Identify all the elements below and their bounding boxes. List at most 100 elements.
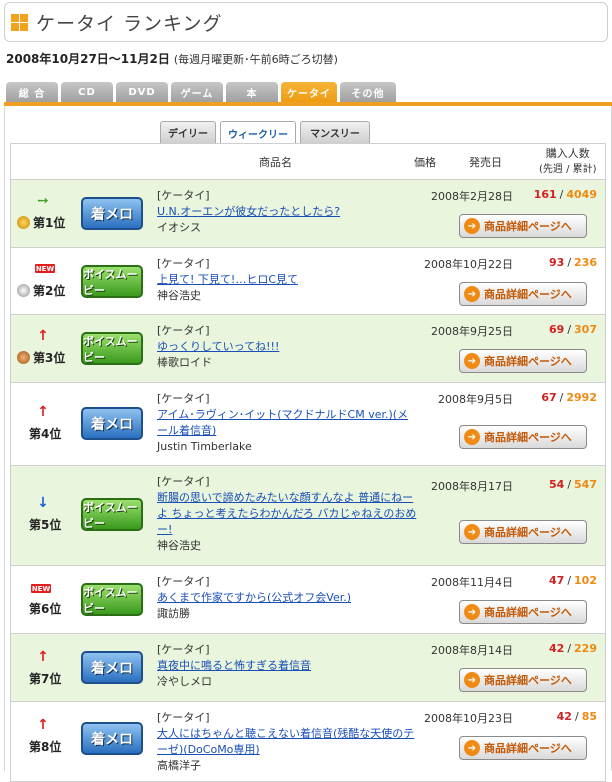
tab-all[interactable]: 総 合 (6, 82, 58, 103)
table-row: NEW 第6位 ボイスムービー [ケータイ] あくまで作家ですから(公式オフ会V… (11, 566, 605, 634)
item-info: [ケータイ] ゆっくりしていってね!!! 棒歌ロイド (157, 323, 417, 371)
item-title-link[interactable]: 断腸の思いで諦めたみたいな顔すんなよ 普通にねーよ ちょっと考えたらわかんだろ … (157, 490, 417, 538)
table-row: ↑ 第7位 着メロ [ケータイ] 真夜中に鳴ると怖すぎる着信音 冷やしメロ 20… (11, 634, 605, 702)
buyers-count: 47/102 (549, 574, 597, 587)
item-title-link[interactable]: ゆっくりしていってね!!! (157, 339, 417, 355)
buyers-count: 54/547 (549, 478, 597, 491)
detail-page-button[interactable]: ➔ 商品詳細ページへ (459, 736, 587, 760)
item-title-link[interactable]: 大人にはちゃんと聴こえない着信音(残酷な天使のテーゼ)(DoCoMo専用) (157, 726, 417, 758)
item-artist: 諏訪勝 (157, 607, 190, 620)
table-row: ↑ 第4位 着メロ [ケータイ] アイム･ラヴィン･イット(マクドナルドCM v… (11, 383, 605, 466)
chaku-melo-badge[interactable]: 着メロ (81, 651, 143, 684)
rank-label: 第6位 (29, 602, 62, 616)
item-info: [ケータイ] 断腸の思いで諦めたみたいな顔すんなよ 普通にねーよ ちょっと考えた… (157, 474, 417, 554)
ranking-period: 2008年10月27日〜11月2日 (毎週月曜更新･午前6時ごろ切替) (6, 50, 338, 67)
item-category: [ケータイ] (157, 711, 210, 724)
arrow-right-icon: ➔ (464, 524, 480, 540)
period-tabs: デイリー ウィークリー マンスリー (160, 121, 370, 144)
item-category: [ケータイ] (157, 643, 210, 656)
item-title-link[interactable]: U.N.オーエンが彼女だったとしたら? (157, 204, 417, 220)
header-name: 商品名 (259, 156, 292, 169)
item-category: [ケータイ] (157, 392, 210, 405)
tab-game[interactable]: ゲーム (171, 82, 223, 103)
buyers-count: 161/4049 (533, 188, 597, 201)
detail-page-button[interactable]: ➔ 商品詳細ページへ (459, 600, 587, 624)
chaku-melo-badge[interactable]: 着メロ (81, 722, 143, 755)
tab-monthly[interactable]: マンスリー (300, 121, 370, 143)
item-artist: 神谷浩史 (157, 289, 201, 302)
voice-movie-badge[interactable]: ボイスムービー (81, 583, 143, 616)
detail-page-button[interactable]: ➔ 商品詳細ページへ (459, 282, 587, 306)
item-category: [ケータイ] (157, 189, 210, 202)
tab-weekly[interactable]: ウィークリー (220, 121, 296, 144)
detail-page-button[interactable]: ➔ 商品詳細ページへ (459, 349, 587, 373)
gold-crown-icon (17, 216, 30, 229)
trend-down-icon: ↓ (37, 495, 49, 511)
trend-up-icon: ↑ (37, 649, 49, 665)
item-info: [ケータイ] 上見て! 下見て!…ヒロC見て 神谷浩史 (157, 256, 417, 304)
release-date: 2008年11月4日 (431, 576, 513, 589)
release-date: 2008年8月14日 (431, 644, 513, 657)
arrow-right-icon: ➔ (464, 672, 480, 688)
tab-daily[interactable]: デイリー (160, 121, 216, 143)
arrow-right-icon: ➔ (464, 604, 480, 620)
header-release: 発売日 (469, 156, 502, 169)
table-row: ↓ 第5位 ボイスムービー [ケータイ] 断腸の思いで諦めたみたいな顔すんなよ … (11, 466, 605, 566)
tab-dvd[interactable]: DVD (116, 82, 168, 103)
arrow-right-icon: ➔ (464, 429, 480, 445)
trend-up-right-icon: ➙ (37, 193, 49, 209)
table-row: ➙ 第1位 着メロ [ケータイ] U.N.オーエンが彼女だったとしたら? イオシ… (11, 180, 605, 248)
buyers-count: 42/85 (556, 710, 597, 723)
item-info: [ケータイ] あくまで作家ですから(公式オフ会Ver.) 諏訪勝 (157, 574, 417, 622)
release-date: 2008年9月5日 (438, 393, 513, 406)
ranking-table: 商品名 価格 発売日 購入人数 (先週 / 累計) ➙ 第1位 着メロ [ケータイ… (10, 143, 606, 782)
item-title-link[interactable]: あくまで作家ですから(公式オフ会Ver.) (157, 590, 417, 606)
period-range: 2008年10月27日〜11月2日 (6, 52, 170, 66)
item-info: [ケータイ] U.N.オーエンが彼女だったとしたら? イオシス (157, 188, 417, 236)
category-tabs: 総 合 CD DVD ゲーム 本 ケータイ その他 (6, 82, 396, 103)
rank-label: 第3位 (17, 349, 65, 366)
chaku-melo-badge[interactable]: 着メロ (81, 197, 143, 230)
voice-movie-badge[interactable]: ボイスムービー (81, 332, 143, 365)
tab-book[interactable]: 本 (226, 82, 278, 103)
arrow-right-icon: ➔ (464, 286, 480, 302)
buyers-count: 93/236 (549, 256, 597, 269)
detail-page-button[interactable]: ➔ 商品詳細ページへ (459, 668, 587, 692)
voice-movie-badge[interactable]: ボイスムービー (81, 265, 143, 298)
silver-crown-icon (17, 284, 30, 297)
page-title-box: ケータイ ランキング (4, 2, 608, 42)
release-date: 2008年9月25日 (431, 325, 513, 338)
buyers-count: 69/307 (549, 323, 597, 336)
detail-page-button[interactable]: ➔ 商品詳細ページへ (459, 520, 587, 544)
table-row: NEW 第2位 ボイスムービー [ケータイ] 上見て! 下見て!…ヒロC見て 神… (11, 248, 605, 315)
item-info: [ケータイ] 真夜中に鳴ると怖すぎる着信音 冷やしメロ (157, 642, 417, 690)
buyers-count: 67/2992 (541, 391, 597, 404)
page-title: ケータイ ランキング (36, 12, 223, 35)
chaku-melo-badge[interactable]: 着メロ (81, 407, 143, 440)
rank-label: 第7位 (29, 672, 62, 686)
header-price: 価格 (414, 156, 436, 169)
tab-cd[interactable]: CD (61, 82, 113, 103)
release-date: 2008年8月17日 (431, 480, 513, 493)
detail-page-button[interactable]: ➔ 商品詳細ページへ (459, 214, 587, 238)
item-artist: 高橋洋子 (157, 759, 201, 772)
trend-up-icon: ↑ (37, 328, 49, 344)
item-category: [ケータイ] (157, 257, 210, 270)
tab-keitai[interactable]: ケータイ (281, 82, 337, 103)
rank-label: 第1位 (17, 214, 65, 231)
item-artist: 神谷浩史 (157, 539, 201, 552)
item-title-link[interactable]: アイム･ラヴィン･イット(マクドナルドCM ver.)(メール着信音) (157, 407, 417, 439)
item-title-link[interactable]: 上見て! 下見て!…ヒロC見て (157, 272, 417, 288)
detail-page-button[interactable]: ➔ 商品詳細ページへ (459, 425, 587, 449)
arrow-right-icon: ➔ (464, 740, 480, 756)
tab-other[interactable]: その他 (340, 82, 396, 103)
new-icon: NEW (35, 264, 55, 273)
voice-movie-badge[interactable]: ボイスムービー (81, 498, 143, 531)
item-artist: 冷やしメロ (157, 675, 212, 688)
period-note: (毎週月曜更新･午前6時ごろ切替) (173, 53, 338, 66)
buyers-count: 42/229 (549, 642, 597, 655)
header-buyers: 購入人数 (先週 / 累計) (539, 147, 597, 175)
item-title-link[interactable]: 真夜中に鳴ると怖すぎる着信音 (157, 658, 417, 674)
rank-label: 第2位 (17, 282, 65, 299)
rank-label: 第4位 (29, 427, 62, 441)
